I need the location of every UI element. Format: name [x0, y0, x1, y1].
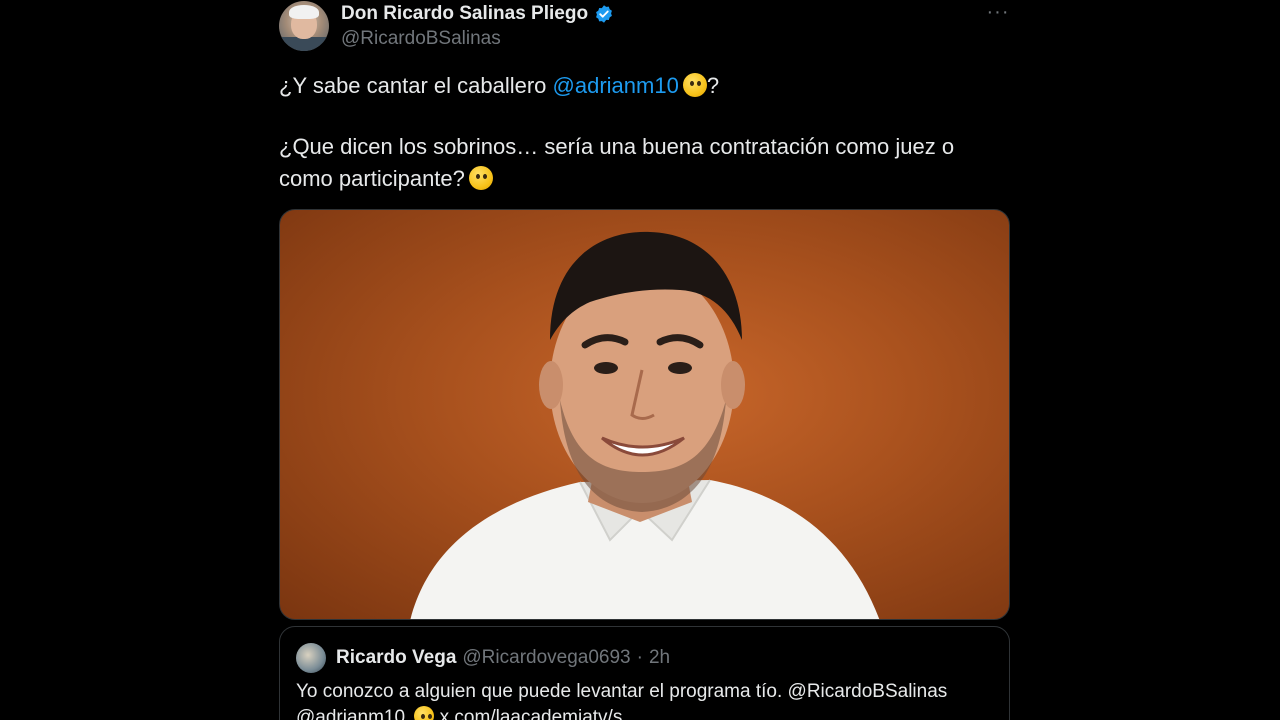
tweet-line-3-text: como participante? [279, 166, 465, 191]
author-names: Don Ricardo Salinas Pliego @RicardoBSali… [341, 2, 614, 52]
tweet-line-1-suffix: ? [706, 73, 720, 98]
avatar-hair [289, 5, 319, 19]
quoted-tweet-header: Ricardo Vega @Ricardovega0693 · 2h [296, 643, 670, 673]
smiling-face-emoji-icon [414, 706, 435, 720]
thinking-face-emoji-icon [682, 73, 707, 97]
quoted-author-display-name[interactable]: Ricardo Vega [336, 647, 456, 669]
quoted-author-handle[interactable]: @Ricardovega0693 [462, 647, 630, 669]
tweet-line-2: ¿Que dicen los sobrinos… sería una buena… [279, 134, 955, 159]
author-avatar[interactable] [279, 1, 329, 51]
tweet-header: Don Ricardo Salinas Pliego @RicardoBSali… [279, 0, 1010, 56]
tweet-line-1: ¿Y sabe cantar el caballero @adrianm10? [279, 70, 999, 102]
author-display-name-text[interactable]: Don Ricardo Salinas Pliego [341, 2, 588, 26]
mention-link-adrianm10[interactable]: @adrianm10 [553, 73, 679, 98]
quoted-link[interactable]: x.com/laacademiatv/s... [440, 707, 639, 720]
tweet-text: ¿Y sabe cantar el caballero @adrianm10? … [279, 70, 999, 195]
tweet-screenshot: Don Ricardo Salinas Pliego @RicardoBSali… [0, 0, 1280, 720]
quoted-text-line-2: @adrianm10 x.com/laacademiatv/s... [296, 705, 996, 720]
more-options-button[interactable]: ··· [986, 0, 1010, 24]
quoted-tweet[interactable]: Ricardo Vega @Ricardovega0693 · 2h Yo co… [279, 626, 1010, 720]
zany-face-emoji-icon [468, 166, 493, 190]
tweet-line-1-prefix: ¿Y sabe cantar el caballero [279, 73, 553, 98]
quoted-mention-adrianm10[interactable]: @adrianm10 [296, 707, 405, 720]
tweet-media-photo[interactable] [279, 209, 1010, 620]
author-handle[interactable]: @RicardoBSalinas [341, 26, 614, 52]
author-display-name[interactable]: Don Ricardo Salinas Pliego [341, 2, 614, 26]
quoted-author-avatar[interactable] [296, 643, 326, 673]
quoted-separator: · [636, 647, 643, 668]
avatar-shirt [279, 37, 329, 51]
quoted-text-line-1: Yo conozco a alguien que puede levantar … [296, 681, 948, 702]
tweet-line-3: como participante? [279, 163, 999, 195]
quoted-timestamp[interactable]: 2h [649, 647, 670, 669]
quoted-tweet-text: Yo conozco a alguien que puede levantar … [296, 679, 996, 720]
photo-illustration [410, 231, 880, 619]
tweet-card[interactable]: Don Ricardo Salinas Pliego @RicardoBSali… [279, 0, 1010, 720]
verified-badge-icon [596, 5, 612, 23]
